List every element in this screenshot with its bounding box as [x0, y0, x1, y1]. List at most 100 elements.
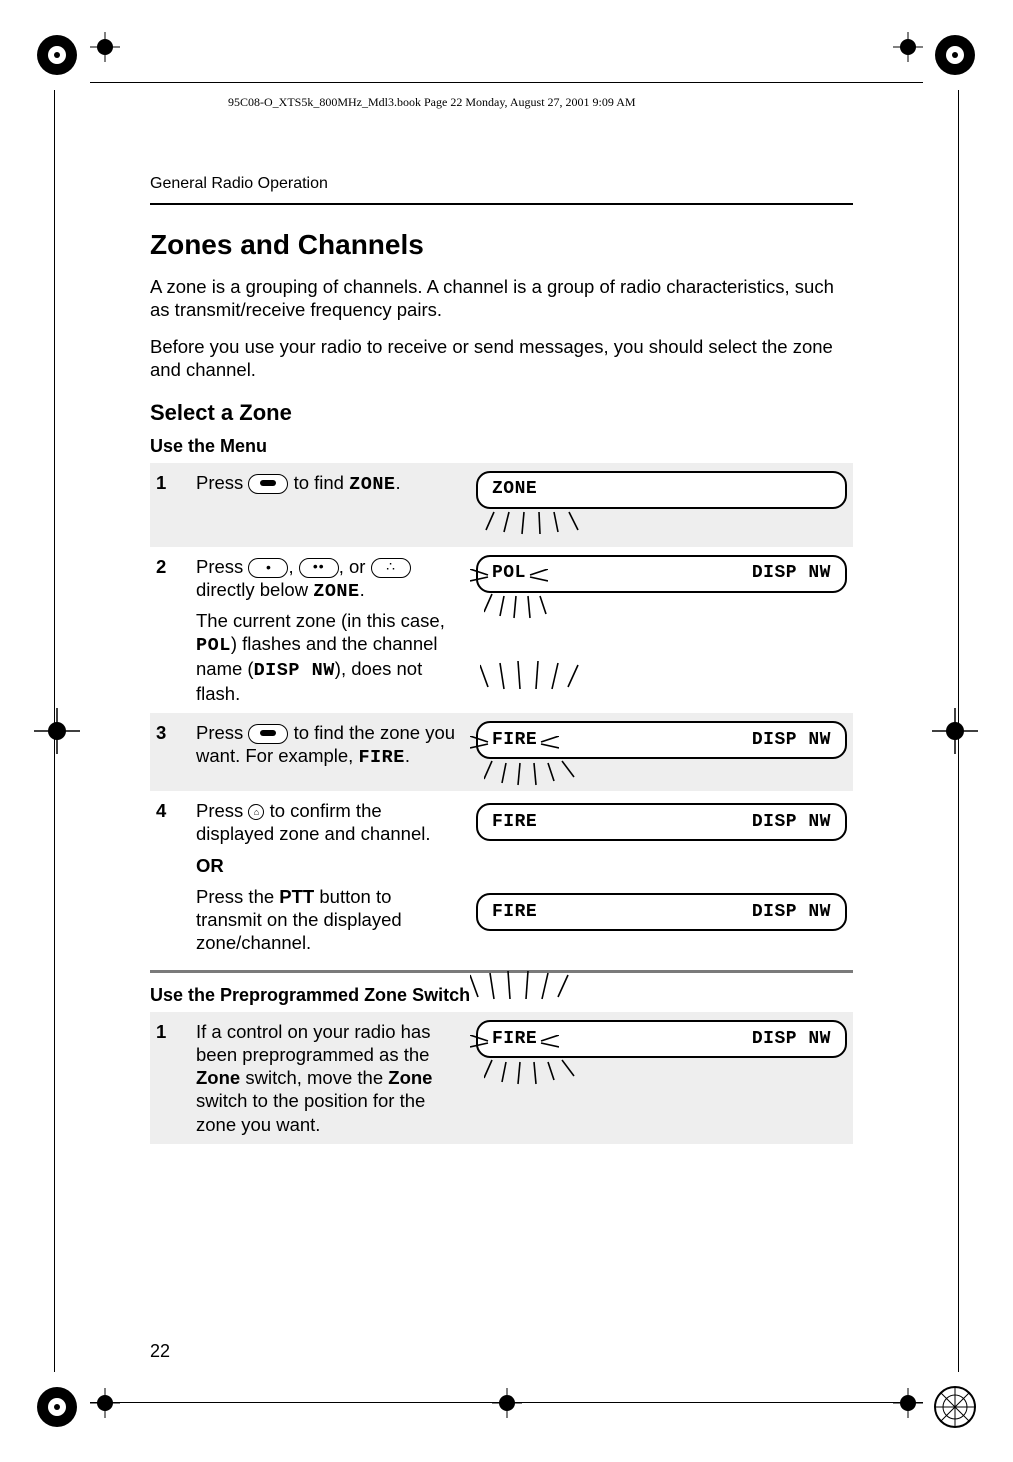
- divider: [150, 203, 853, 205]
- lcd-display: FIRE DISP NW: [476, 803, 847, 841]
- step-text: Press to find ZONE.: [190, 463, 462, 547]
- heading-text: Use the Preprogrammed Zone Switch: [150, 985, 470, 1005]
- step-screen: POL DISP NW: [462, 547, 853, 714]
- one-dot-key-icon: [248, 558, 288, 578]
- step-screen: ZONE: [462, 463, 853, 547]
- lcd-text-left: POL: [492, 563, 526, 583]
- crosshair-icon: [90, 1388, 120, 1423]
- step-number: 3: [150, 713, 190, 791]
- table-row: 1 Press to find ZONE.: [150, 463, 853, 547]
- flash-rays-icon: [470, 568, 490, 591]
- lcd-text-right: DISP NW: [752, 729, 831, 752]
- flash-rays-icon: [484, 759, 604, 787]
- step-text: Press to find the zone you want. For exa…: [190, 713, 462, 791]
- lcd-text-left: ZONE: [492, 479, 537, 499]
- lcd-text-right: DISP NW: [752, 562, 831, 585]
- text: directly below: [196, 579, 313, 600]
- lcd-text-left: FIRE: [492, 730, 537, 750]
- text: .: [405, 745, 410, 766]
- lcd-display: FIRE DISP NW: [476, 1020, 847, 1058]
- scroll-key-icon: [248, 724, 288, 744]
- steps-menu-table: 1 Press to find ZONE.: [150, 463, 853, 963]
- registration-mark-icon: [34, 1384, 80, 1430]
- flash-rays-icon: [470, 971, 580, 1001]
- footer-marks: [90, 1382, 923, 1422]
- section-title: Zones and Channels: [150, 229, 853, 261]
- flash-rays-icon: [528, 568, 548, 591]
- lcd-display: FIRE DISP NW: [476, 893, 847, 931]
- lcd-display: POL DISP NW: [476, 555, 847, 593]
- code-text: DISP NW: [254, 660, 335, 681]
- step-text: Press ⌂ to confirm the displayed zone an…: [190, 791, 462, 962]
- step-text: If a control on your radio has been prep…: [190, 1012, 462, 1144]
- text: Press: [196, 800, 248, 821]
- crosshair-icon: [90, 32, 120, 62]
- text: switch, move the: [240, 1067, 388, 1088]
- two-dot-key-icon: [299, 558, 339, 578]
- code-text: FIRE: [358, 747, 404, 768]
- lcd-text-right: DISP NW: [752, 811, 831, 834]
- bold-text: PTT: [279, 886, 314, 907]
- crosshair-icon: [492, 1388, 522, 1423]
- text: .: [396, 472, 401, 493]
- text: .: [360, 579, 365, 600]
- text: Press: [196, 722, 248, 743]
- flash-rays-icon: [470, 1034, 490, 1057]
- code-text: POL: [196, 635, 231, 656]
- table-row: 1 If a control on your radio has been pr…: [150, 1012, 853, 1144]
- content-area: General Radio Operation Zones and Channe…: [150, 175, 853, 1144]
- crosshair-icon: [932, 708, 978, 754]
- step-number: 1: [150, 1012, 190, 1144]
- crop-line-left: [54, 90, 55, 1372]
- text: switch to the position for the zone you …: [196, 1090, 425, 1134]
- print-header-text: 95C08-O_XTS5k_800MHz_Mdl3.book Page 22 M…: [228, 95, 636, 110]
- text: Press the: [196, 886, 279, 907]
- text: , or: [339, 556, 371, 577]
- use-menu-heading: Use the Menu: [150, 436, 853, 457]
- lcd-text-right: DISP NW: [752, 1028, 831, 1051]
- steps-switch-table: 1 If a control on your radio has been pr…: [150, 1012, 853, 1144]
- text: If a control on your radio has been prep…: [196, 1021, 430, 1065]
- table-row: 2 Press , , or directly below ZONE. The …: [150, 547, 853, 714]
- text: Press: [196, 472, 248, 493]
- registration-mark-icon: [932, 32, 978, 78]
- lcd-display: ZONE: [476, 471, 847, 509]
- crop-line-right: [958, 90, 959, 1372]
- page-number: 22: [150, 1341, 170, 1362]
- flash-rays-icon: [484, 1058, 604, 1086]
- step-number: 1: [150, 463, 190, 547]
- table-row: 4 Press ⌂ to confirm the displayed zone …: [150, 791, 853, 962]
- page: 95C08-O_XTS5k_800MHz_Mdl3.book Page 22 M…: [0, 0, 1013, 1462]
- flash-rays-icon: [470, 735, 490, 758]
- step-screen: FIRE DISP NW: [462, 713, 853, 791]
- home-key-icon: ⌂: [248, 804, 264, 820]
- intro-paragraph-2: Before you use your radio to receive or …: [150, 335, 853, 381]
- registration-mark-icon: [34, 32, 80, 78]
- flash-rays-icon: [539, 1034, 559, 1057]
- crosshair-icon: [34, 708, 80, 754]
- three-dot-key-icon: [371, 558, 411, 578]
- crosshair-icon: [893, 32, 923, 62]
- step-text: Press , , or directly below ZONE. The cu…: [190, 547, 462, 714]
- lcd-display: FIRE DISP NW: [476, 721, 847, 759]
- code-text: ZONE: [313, 581, 359, 602]
- code-text: ZONE: [349, 474, 395, 495]
- intro-paragraph-1: A zone is a grouping of channels. A chan…: [150, 275, 853, 321]
- text: The current zone (in this case,: [196, 610, 445, 631]
- registration-mark-icon: [932, 1384, 978, 1430]
- or-label: OR: [196, 854, 456, 877]
- flash-rays-icon: [484, 508, 604, 536]
- flash-rays-icon: [480, 661, 590, 691]
- crosshair-icon: [893, 1388, 923, 1423]
- lcd-text-left: FIRE: [492, 811, 537, 834]
- table-row: 3 Press to find the zone you want. For e…: [150, 713, 853, 791]
- running-head: General Radio Operation: [150, 175, 853, 193]
- step-screen: FIRE DISP NW: [462, 1012, 853, 1144]
- lcd-text-left: FIRE: [492, 901, 537, 924]
- bold-text: Zone: [388, 1067, 432, 1088]
- text: ,: [288, 556, 298, 577]
- lcd-text-right: DISP NW: [752, 901, 831, 924]
- step-number: 2: [150, 547, 190, 714]
- text: Press: [196, 556, 248, 577]
- step-screen: FIRE DISP NW FIRE DISP NW: [462, 791, 853, 962]
